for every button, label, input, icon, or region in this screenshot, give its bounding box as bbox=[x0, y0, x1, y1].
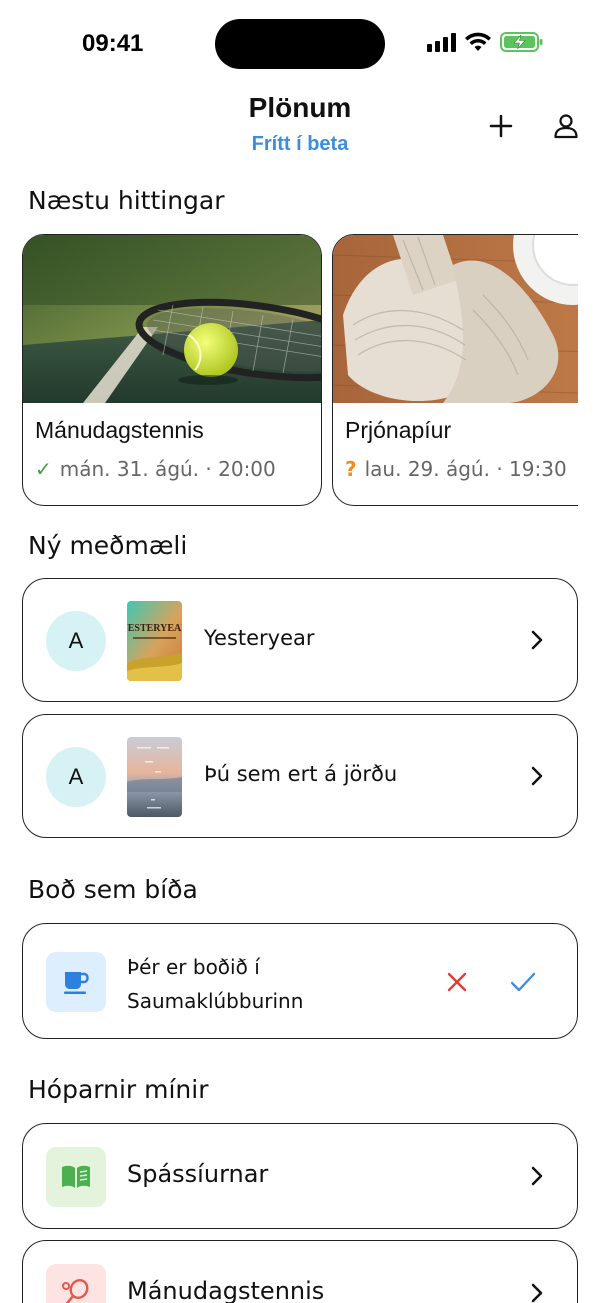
chevron-right-icon bbox=[525, 1164, 549, 1188]
accept-button[interactable] bbox=[507, 966, 539, 998]
wifi-icon bbox=[465, 32, 491, 51]
recommendation-title: Þú sem ert á jörðu bbox=[204, 762, 398, 786]
groups-section-title: Hóparnir mínir bbox=[28, 1075, 209, 1104]
check-icon: ✓ bbox=[35, 457, 52, 481]
avatar: A bbox=[46, 747, 106, 807]
app-header: Plönum Frítt í beta bbox=[0, 90, 600, 170]
chevron-right-icon bbox=[525, 1281, 549, 1303]
close-icon bbox=[447, 972, 467, 992]
battery-charging-icon bbox=[500, 32, 543, 52]
invite-text: Þér er boðið í Saumaklúbburinn bbox=[127, 955, 304, 1013]
upcoming-section-title: Næstu hittingar bbox=[28, 186, 225, 215]
event-datetime: lau. 29. ágú. · 19:30 bbox=[364, 457, 567, 481]
event-image-tennis bbox=[23, 235, 321, 403]
decline-button[interactable] bbox=[441, 966, 473, 998]
recommendations-section-title: Ný meðmæli bbox=[28, 531, 188, 560]
event-card[interactable]: Prjónapíur ? lau. 29. ágú. · 19:30 bbox=[332, 234, 578, 506]
plus-icon bbox=[489, 114, 513, 138]
dynamic-island bbox=[215, 19, 385, 69]
chevron-right-icon bbox=[525, 764, 549, 788]
add-button[interactable] bbox=[483, 108, 519, 144]
group-card[interactable]: Spássíurnar bbox=[22, 1123, 578, 1229]
book-cover-yesteryear: YESTERYEAR bbox=[127, 601, 182, 681]
coffee-cup-icon bbox=[46, 952, 106, 1012]
tennis-racket-icon bbox=[46, 1264, 106, 1303]
question-mark-icon: ? bbox=[345, 457, 357, 481]
profile-button[interactable] bbox=[548, 108, 584, 144]
invites-section-title: Boð sem bíða bbox=[28, 875, 198, 904]
cellular-signal-icon bbox=[427, 32, 456, 52]
recommendation-card[interactable]: A Þú sem ert á jörðu bbox=[22, 714, 578, 838]
check-icon bbox=[510, 972, 536, 992]
event-datetime: mán. 31. ágú. · 20:00 bbox=[59, 457, 276, 481]
recommendation-title: Yesteryear bbox=[204, 626, 315, 650]
event-card[interactable]: Mánudagstennis ✓ mán. 31. ágú. · 20:00 bbox=[22, 234, 322, 506]
event-image-knitting bbox=[333, 235, 578, 403]
event-name: Mánudagstennis bbox=[35, 417, 204, 443]
event-meta: ✓ mán. 31. ágú. · 20:00 bbox=[35, 457, 276, 481]
event-name: Prjónapíur bbox=[345, 417, 452, 443]
group-name: Mánudagstennis bbox=[127, 1277, 325, 1303]
group-name: Spássíurnar bbox=[127, 1160, 269, 1188]
avatar: A bbox=[46, 611, 106, 671]
user-icon bbox=[554, 114, 578, 139]
status-time: 09:41 bbox=[82, 30, 144, 57]
book-icon bbox=[46, 1147, 106, 1207]
recommendation-card[interactable]: A YESTERYEAR Yesteryear bbox=[22, 578, 578, 702]
status-bar: 09:41 bbox=[0, 0, 600, 90]
event-meta: ? lau. 29. ágú. · 19:30 bbox=[345, 457, 567, 481]
invite-card: Þér er boðið í Saumaklúbburinn bbox=[22, 923, 578, 1039]
group-card[interactable]: Mánudagstennis bbox=[22, 1240, 578, 1303]
book-cover-title: YESTERYEAR bbox=[127, 623, 182, 634]
chevron-right-icon bbox=[525, 628, 549, 652]
upcoming-events-carousel[interactable]: Mánudagstennis ✓ mán. 31. ágú. · 20:00 P… bbox=[22, 234, 578, 506]
status-icons bbox=[427, 31, 544, 53]
book-cover-thu-sem-ert-a-jordu bbox=[127, 737, 182, 817]
